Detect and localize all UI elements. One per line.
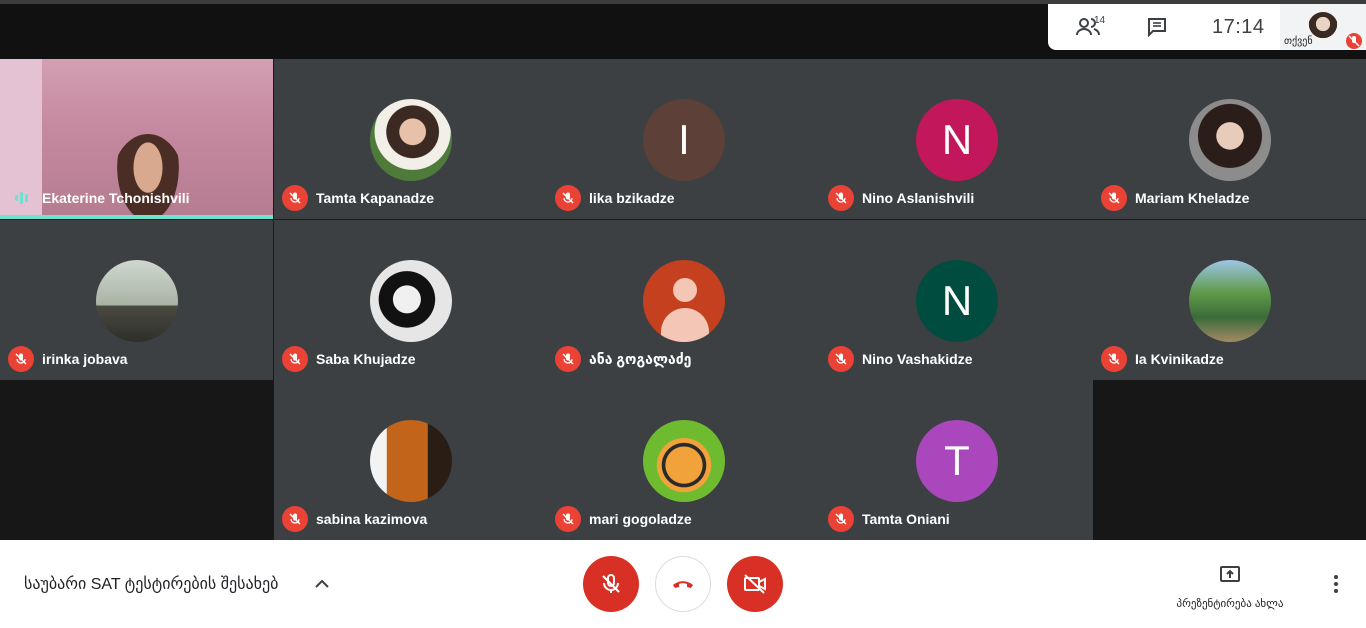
- self-mic-off-indicator: [1346, 33, 1362, 49]
- mic-off-icon: [282, 506, 308, 532]
- participant-name: Ia Kvinikadze: [1135, 351, 1224, 367]
- participant-name: Saba Khujadze: [316, 351, 416, 367]
- participant-avatar: [1189, 260, 1271, 342]
- more-options-button[interactable]: [1324, 570, 1348, 598]
- empty-grid-cell: [1093, 380, 1366, 540]
- participant-tile-1[interactable]: Ekaterine Tchonishvili: [0, 59, 273, 219]
- participant-name-row: irinka jobava: [8, 346, 128, 372]
- participant-name-row: lika bzikadze: [555, 185, 675, 211]
- participant-tile-11[interactable]: sabina kazimova: [274, 380, 547, 540]
- default-user-avatar-icon: [643, 260, 725, 342]
- mic-off-icon: [828, 346, 854, 372]
- participant-tile-4[interactable]: N Nino Aslanishvili: [820, 59, 1093, 219]
- participant-name-row: Mariam Kheladze: [1101, 185, 1249, 211]
- avatar-initial: N: [941, 116, 973, 163]
- participant-tile-13[interactable]: T Tamta Oniani: [820, 380, 1093, 540]
- speaking-indicator-icon: [8, 185, 34, 211]
- participant-tile-7[interactable]: Saba Khujadze: [274, 220, 547, 380]
- chat-button[interactable]: [1144, 14, 1170, 40]
- participant-name: ანა გოგალაძე: [589, 350, 692, 367]
- empty-grid-cell: [0, 380, 273, 540]
- participant-name: Ekaterine Tchonishvili: [42, 190, 190, 206]
- participant-tile-10[interactable]: Ia Kvinikadze: [1093, 220, 1366, 380]
- participant-initial-avatar: T: [916, 420, 998, 502]
- mic-off-icon: [602, 574, 620, 593]
- participant-initial-avatar: I: [643, 99, 725, 181]
- avatar-head: [673, 278, 697, 302]
- avatar-initial: I: [678, 116, 690, 163]
- toggle-camera-button[interactable]: [727, 556, 783, 612]
- participant-avatar: [96, 260, 178, 342]
- participant-name-row: mari gogoladze: [555, 506, 692, 532]
- participant-tile-5[interactable]: Mariam Kheladze: [1093, 59, 1366, 219]
- active-speaker-bar: [0, 215, 273, 219]
- leave-call-button[interactable]: [655, 556, 711, 612]
- participant-name: Nino Aslanishvili: [862, 190, 975, 206]
- self-view-tile[interactable]: თქვენ: [1280, 4, 1366, 50]
- participant-name-row: Tamta Kapanadze: [282, 185, 434, 211]
- participant-initial-avatar: N: [916, 260, 998, 342]
- participant-name-row: Tamta Oniani: [828, 506, 950, 532]
- self-label: თქვენ: [1284, 36, 1313, 47]
- chat-icon: [1148, 18, 1166, 38]
- participant-tile-2[interactable]: Tamta Kapanadze: [274, 59, 547, 219]
- participant-name-row: Ekaterine Tchonishvili: [8, 185, 190, 211]
- participant-avatar: [370, 99, 452, 181]
- participant-name-row: Nino Aslanishvili: [828, 185, 974, 211]
- participant-name: mari gogoladze: [589, 511, 692, 527]
- mic-off-icon: [1101, 346, 1127, 372]
- more-vert-icon: [1334, 575, 1338, 579]
- participant-name: Tamta Oniani: [862, 511, 950, 527]
- meet-stage: 14 17:14 თქვენ Ekaterine Tchonishvili Ta…: [0, 0, 1366, 628]
- participant-tile-9[interactable]: N Nino Vashakidze: [820, 220, 1093, 380]
- meeting-details-toggle[interactable]: [312, 574, 332, 594]
- meeting-clock: 17:14: [1212, 16, 1265, 38]
- participant-tile-3[interactable]: I lika bzikadze: [547, 59, 820, 219]
- present-screen-icon: [1220, 566, 1240, 582]
- participant-name: irinka jobava: [42, 351, 128, 367]
- mic-off-icon: [282, 346, 308, 372]
- chevron-up-icon: [315, 579, 329, 588]
- participant-name: lika bzikadze: [589, 190, 675, 206]
- participant-name-row: ანა გოგალაძე: [555, 346, 691, 372]
- present-now-button[interactable]: პრეზენტირება ახლა: [1160, 564, 1300, 610]
- participant-name: Tamta Kapanadze: [316, 190, 434, 206]
- participant-name-row: Nino Vashakidze: [828, 346, 972, 372]
- mic-off-icon: [555, 346, 581, 372]
- participant-tile-6[interactable]: irinka jobava: [0, 220, 273, 380]
- phone-hangup-icon: [673, 581, 693, 588]
- mic-off-icon: [282, 185, 308, 211]
- meeting-info-panel: 14 17:14 თქვენ: [1048, 4, 1366, 50]
- mic-off-icon: [828, 185, 854, 211]
- participant-name: sabina kazimova: [316, 511, 428, 527]
- mic-off-icon: [555, 185, 581, 211]
- participant-name: Mariam Kheladze: [1135, 190, 1250, 206]
- participant-name-row: Saba Khujadze: [282, 346, 416, 372]
- mic-off-icon: [828, 506, 854, 532]
- participant-tile-12[interactable]: mari gogoladze: [547, 380, 820, 540]
- camera-off-icon: [744, 574, 766, 594]
- participant-name-row: Ia Kvinikadze: [1101, 346, 1224, 372]
- participants-count: 14: [1094, 15, 1106, 26]
- mic-off-icon: [1101, 185, 1127, 211]
- avatar-initial: N: [941, 277, 973, 324]
- present-now-label: პრეზენტირება ახლა: [1176, 598, 1284, 610]
- avatar-initial: T: [944, 437, 970, 484]
- participant-tile-8[interactable]: ანა გოგალაძე: [547, 220, 820, 380]
- toggle-microphone-button[interactable]: [583, 556, 639, 612]
- participant-name: Nino Vashakidze: [862, 351, 973, 367]
- participant-avatar: [370, 420, 452, 502]
- mic-off-icon: [555, 506, 581, 532]
- participant-initial-avatar: N: [916, 99, 998, 181]
- meeting-title: საუბარი SAT ტესტირების შესახებ: [24, 576, 279, 593]
- participant-name-row: sabina kazimova: [282, 506, 427, 532]
- participant-avatar: [643, 420, 725, 502]
- participant-avatar: [370, 260, 452, 342]
- avatar-body: [661, 308, 709, 342]
- mic-off-icon: [1348, 35, 1360, 47]
- participant-avatar: [1189, 99, 1271, 181]
- bottom-toolbar: საუბარი SAT ტესტირების შესახებ პრეზენტირ…: [0, 540, 1366, 628]
- mic-off-icon: [8, 346, 34, 372]
